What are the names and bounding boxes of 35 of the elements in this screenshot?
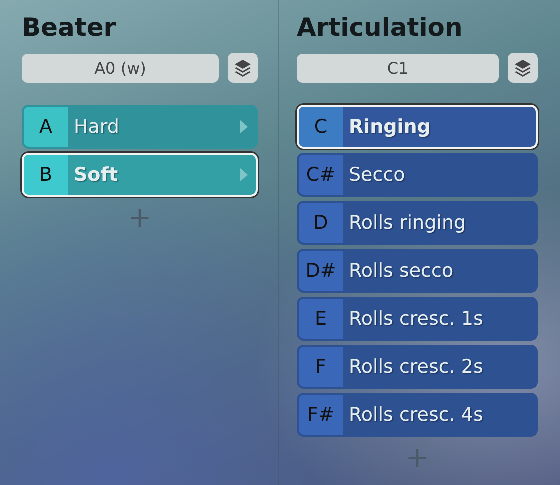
item-label: Rolls cresc. 4s <box>348 404 484 426</box>
value-field[interactable]: A0 (w) <box>22 54 219 82</box>
list-item[interactable]: F Rolls cresc. 2s <box>297 345 538 389</box>
item-label: Rolls secco <box>348 260 455 282</box>
key-label: C <box>299 107 343 147</box>
layers-icon-button[interactable] <box>228 53 258 83</box>
list-item[interactable]: F# Rolls cresc. 4s <box>297 393 538 437</box>
key-label: B <box>24 155 68 195</box>
item-label: Ringing <box>348 116 432 138</box>
key-label: D# <box>299 251 343 291</box>
key-label: F# <box>299 395 343 435</box>
list-item[interactable]: E Rolls cresc. 1s <box>297 297 538 341</box>
key-label: D <box>299 203 343 243</box>
list-item[interactable]: D# Rolls secco <box>297 249 538 293</box>
list-item[interactable]: C Ringing <box>297 105 538 149</box>
key-label: E <box>299 299 343 339</box>
item-label: Soft <box>73 164 120 186</box>
item-label: Rolls cresc. 1s <box>348 308 484 330</box>
panel-title: Articulation <box>297 12 464 44</box>
list-item[interactable]: D Rolls ringing <box>297 201 538 245</box>
layers-icon-button[interactable] <box>508 53 538 83</box>
key-label: F <box>299 347 343 387</box>
panel-title: Beater <box>22 12 118 44</box>
item-label: Rolls cresc. 2s <box>348 356 484 378</box>
layers-icon <box>233 58 253 78</box>
layers-icon <box>513 58 533 78</box>
list-item[interactable]: B Soft <box>22 153 258 197</box>
key-label: C# <box>299 155 343 195</box>
key-label: A <box>24 107 68 147</box>
value-field[interactable]: C1 <box>297 54 499 82</box>
item-label: Secco <box>348 164 406 186</box>
list-item[interactable]: C# Secco <box>297 153 538 197</box>
item-label: Hard <box>73 116 120 138</box>
item-label: Rolls ringing <box>348 212 468 234</box>
list-item[interactable]: A Hard <box>22 105 258 149</box>
